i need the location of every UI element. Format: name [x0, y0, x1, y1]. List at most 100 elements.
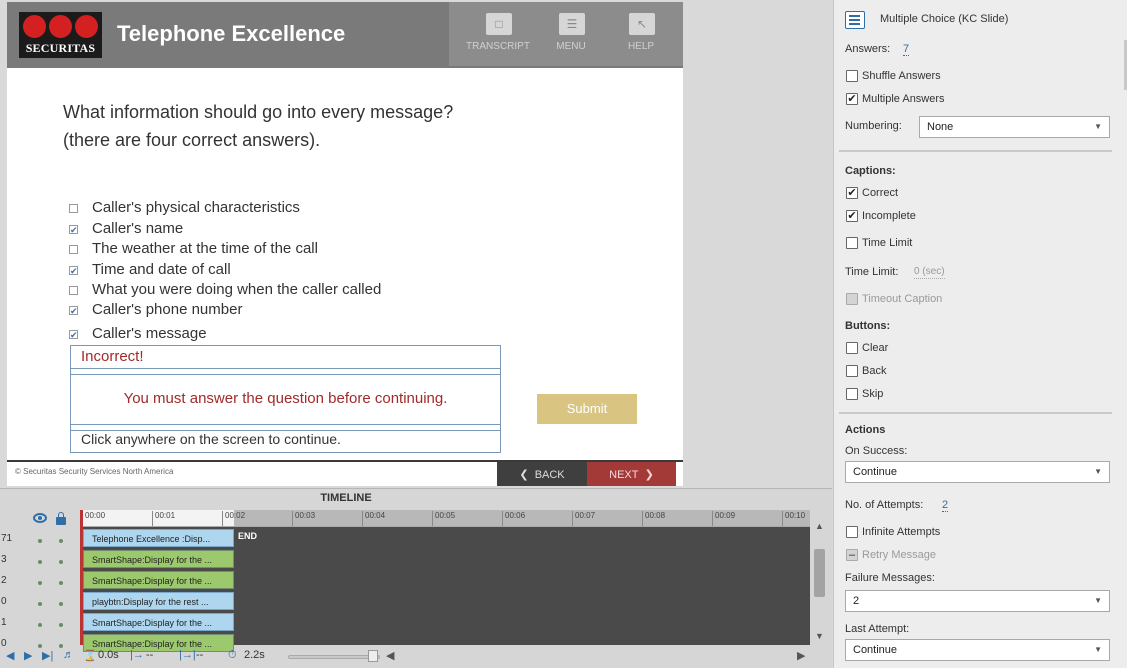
answer-checkbox[interactable]	[69, 286, 78, 295]
section-divider	[839, 412, 1112, 414]
timeline-ruler[interactable]: 00:00 00:01 00:02 00:03 00:04 00:05 00:06 00:07…	[82, 510, 810, 527]
slide-canvas[interactable]: SECURITAS Telephone Excellence □ TRANSCR…	[7, 2, 683, 486]
layer-lock-toggle[interactable]	[59, 623, 63, 627]
answer-checkbox[interactable]	[69, 245, 78, 254]
timeline-object-bar[interactable]: SmartShape:Display for the ...	[83, 571, 234, 589]
timeline-object-bar[interactable]: SmartShape:Display for the ...	[83, 550, 234, 568]
scroll-right-icon[interactable]: ▶	[797, 649, 805, 662]
last-attempt-select[interactable]: Continue ▼	[845, 639, 1110, 661]
play-icon[interactable]: ▶	[24, 649, 32, 662]
eye-icon[interactable]	[33, 513, 47, 523]
section-divider	[839, 150, 1112, 152]
answer-checkbox[interactable]: ✔	[69, 306, 78, 316]
timeline-title: TIMELINE	[320, 492, 372, 504]
audio-icon[interactable]: ♬	[63, 649, 74, 661]
next-frame-icon[interactable]: ▶|	[42, 649, 53, 662]
numbering-value: None	[927, 121, 954, 133]
incomplete-caption-label: Incomplete	[862, 210, 916, 222]
stage-area: SECURITAS Telephone Excellence □ TRANSCR…	[0, 0, 832, 488]
layer-number: 3	[1, 554, 7, 565]
multiple-answers-checkbox[interactable]: ✔	[846, 93, 858, 105]
answer-label: Time and date of call	[92, 261, 231, 278]
timeline-object-bar[interactable]: playbtn:Display for the rest ...	[83, 592, 234, 610]
failure-messages-label: Failure Messages:	[845, 572, 935, 584]
answer-label: Caller's name	[92, 220, 184, 237]
timeout-caption-checkbox	[846, 293, 858, 305]
attempts-value[interactable]: 2	[942, 499, 949, 512]
help-button[interactable]: ↖ HELP	[617, 12, 665, 56]
in-marker-icon[interactable]: |→	[130, 649, 144, 661]
timeline-tracks[interactable]: END Telephone Excellence :Disp... SmartSh…	[82, 527, 810, 652]
layer-visibility-toggle[interactable]	[38, 581, 42, 585]
layer-lock-toggle[interactable]	[59, 539, 63, 543]
time-limit-value: 0 (sec)	[914, 266, 945, 279]
scroll-left-icon[interactable]: ◀	[386, 649, 394, 662]
submit-button[interactable]: Submit	[537, 394, 637, 424]
infinite-attempts-checkbox[interactable]	[846, 526, 858, 538]
layer-number: 0	[1, 596, 7, 607]
answer-checkbox[interactable]: ✔	[69, 330, 78, 340]
layer-visibility-toggle[interactable]	[38, 560, 42, 564]
scroll-thumb[interactable]	[814, 549, 825, 597]
playhead[interactable]	[80, 510, 83, 645]
ruler-tick-label: 00:03	[292, 511, 315, 526]
layer-visibility-toggle[interactable]	[38, 623, 42, 627]
current-time: 0.0s	[98, 649, 119, 661]
clear-button-checkbox[interactable]	[846, 342, 858, 354]
ruler-tick-label: 00:07	[572, 511, 595, 526]
logo-dot	[49, 15, 72, 38]
next-button[interactable]: NEXT ❯	[587, 462, 676, 486]
securitas-logo: SECURITAS	[19, 12, 102, 58]
menu-button[interactable]: ☰ MENU	[547, 12, 595, 56]
chevron-down-icon: ▼	[1094, 467, 1102, 476]
chevron-down-icon: ▼	[1094, 645, 1102, 654]
correct-caption-checkbox[interactable]: ✔	[846, 187, 858, 199]
layer-number: 1	[1, 617, 7, 628]
layer-lock-toggle[interactable]	[59, 581, 63, 585]
course-nav-panel: □ TRANSCRIPT ☰ MENU ↖ HELP	[449, 2, 683, 66]
layer-number: 71	[1, 533, 13, 544]
answer-label: The weather at the time of the call	[92, 240, 318, 257]
ruler-tick-label: 00:09	[712, 511, 735, 526]
incomplete-caption-checkbox[interactable]: ✔	[846, 210, 858, 222]
timeline-object-bar[interactable]: SmartShape:Display for the ...	[83, 613, 234, 631]
scroll-down-icon[interactable]: ▼	[815, 631, 824, 641]
in-marker-value: --	[146, 649, 154, 661]
timeline-object-bar[interactable]: Telephone Excellence :Disp...	[83, 529, 234, 547]
transcript-button[interactable]: □ TRANSCRIPT	[466, 12, 530, 56]
out-marker-icon[interactable]: |→|	[179, 649, 196, 661]
rewind-icon[interactable]: ◀	[6, 649, 14, 662]
zoom-slider-knob[interactable]	[368, 650, 378, 662]
shuffle-answers-checkbox[interactable]	[846, 70, 858, 82]
back-button[interactable]: ❮ BACK	[497, 462, 587, 486]
actions-heading: Actions	[845, 424, 886, 436]
back-button-checkbox[interactable]	[846, 365, 858, 377]
answers-label: Answers:	[845, 43, 891, 55]
skip-button-checkbox[interactable]	[846, 388, 858, 400]
answer-label: Caller's message	[92, 325, 207, 342]
time-limit-checkbox[interactable]	[846, 237, 858, 249]
lock-icon[interactable]	[56, 512, 66, 525]
scroll-up-icon[interactable]: ▲	[815, 521, 824, 531]
slide-header: SECURITAS Telephone Excellence □ TRANSCR…	[7, 2, 683, 68]
failure-messages-select[interactable]: 2 ▼	[845, 590, 1110, 612]
layer-visibility-toggle[interactable]	[38, 539, 42, 543]
answer-checkbox[interactable]: ✔	[69, 266, 78, 276]
layer-lock-toggle[interactable]	[59, 560, 63, 564]
feedback-caption[interactable]: Incorrect! You must answer the question …	[70, 345, 501, 453]
answer-checkbox[interactable]: ✔	[69, 225, 78, 235]
question-line: What information should go into every me…	[63, 102, 454, 122]
on-success-select[interactable]: Continue ▼	[845, 461, 1110, 483]
answer-checkbox[interactable]	[69, 204, 78, 213]
zoom-slider[interactable]	[288, 655, 380, 659]
help-icon: ↖	[629, 13, 655, 35]
question-text: What information should go into every me…	[63, 98, 623, 154]
numbering-select[interactable]: None ▼	[919, 116, 1110, 138]
last-attempt-label: Last Attempt:	[845, 623, 910, 635]
retry-message-checkbox: –	[846, 549, 858, 561]
help-label: HELP	[627, 41, 655, 52]
layer-visibility-toggle[interactable]	[38, 602, 42, 606]
answers-value[interactable]: 7	[903, 43, 910, 56]
layer-lock-toggle[interactable]	[59, 602, 63, 606]
answer-label: What you were doing when the caller call…	[92, 281, 382, 298]
